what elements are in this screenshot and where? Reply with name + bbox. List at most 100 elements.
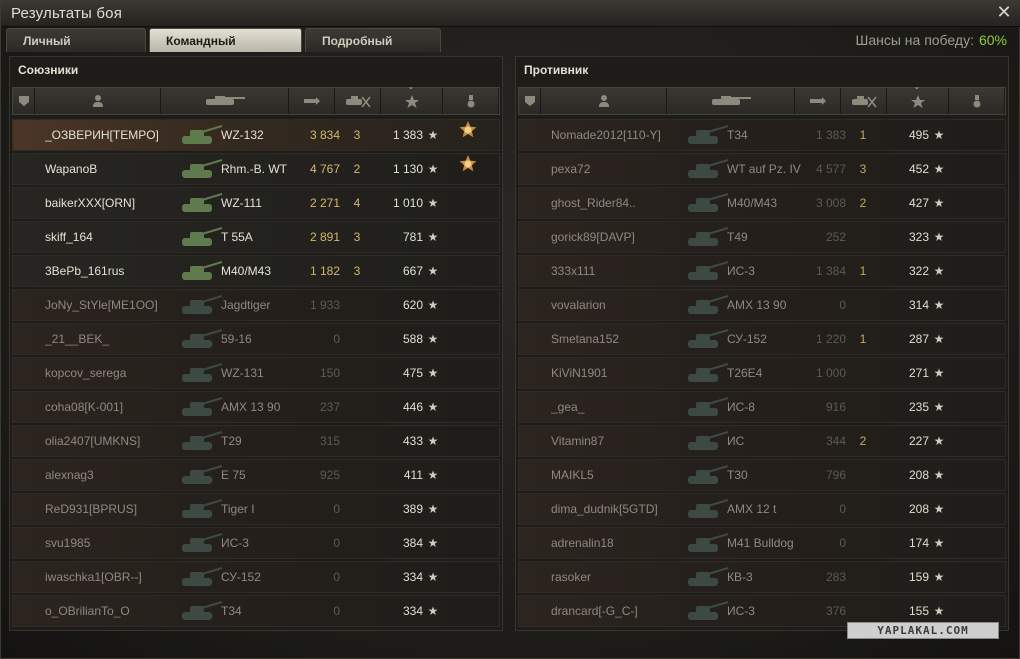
enemy-row[interactable]: 333x111 ИС-3 1 384 1 322 ★ xyxy=(518,255,1006,287)
ally-row[interactable]: olia2407[UMKNS] T29 315 433 ★ xyxy=(12,425,500,457)
medal-icon[interactable] xyxy=(457,120,479,142)
damage-column-header[interactable] xyxy=(795,88,841,114)
kills-value xyxy=(347,494,367,524)
ally-row[interactable]: alexnag3 E 75 925 411 ★ xyxy=(12,459,500,491)
enemy-row[interactable]: Vitamin87 ИС 344 2 227 ★ xyxy=(518,425,1006,457)
ally-row[interactable]: skiff_164 T 55A 2 891 3 781 ★ xyxy=(12,221,500,253)
player-name[interactable]: gorick89[DAVP] xyxy=(551,222,687,252)
player-name[interactable]: _ОЗВЕРИН[TEMPO] xyxy=(45,120,181,150)
enemy-row[interactable]: ghost_Rider84.. M40/M43 3 008 2 427 ★ xyxy=(518,187,1006,219)
enemy-row[interactable]: adrenalin18 M41 Bulldog 0 174 ★ xyxy=(518,527,1006,559)
vehicle-name: M41 Bulldog xyxy=(727,536,794,550)
enemy-row[interactable]: dima_dudnik[5GTD] AMX 12 t 0 208 ★ xyxy=(518,493,1006,525)
player-name[interactable]: skiff_164 xyxy=(45,222,181,252)
kills-column-header[interactable] xyxy=(335,88,381,114)
kills-column-header[interactable] xyxy=(841,88,887,114)
enemy-row[interactable]: Nomade2012[110-Y] T34 1 383 1 495 ★ xyxy=(518,119,1006,151)
ally-row[interactable]: coha08[K-001] AMX 13 90 237 446 ★ xyxy=(12,391,500,423)
kills-icon xyxy=(851,96,877,108)
vehicle-icon-cell xyxy=(178,224,224,252)
xp-column-header[interactable]: ⌄ xyxy=(381,83,443,114)
ally-row[interactable]: svu1985 ИС-3 0 384 ★ xyxy=(12,527,500,559)
xp-value: 174 xyxy=(908,536,929,550)
medal-cell xyxy=(963,426,987,456)
player-name[interactable]: KiViN1901 xyxy=(551,358,687,388)
medal-icon xyxy=(467,95,474,108)
tank-icon xyxy=(688,363,729,382)
enemy-row[interactable]: KiViN1901 T26E4 1 000 271 ★ xyxy=(518,357,1006,389)
ally-row[interactable]: _ОЗВЕРИН[TEMPO] WZ-132 3 834 3 1 383 ★ xyxy=(12,119,500,151)
player-name[interactable]: alexnag3 xyxy=(45,460,181,490)
tank-icon xyxy=(182,397,223,416)
enemy-row[interactable]: MAIKL5 T30 796 208 ★ xyxy=(518,459,1006,491)
player-name[interactable]: _gea_ xyxy=(551,392,687,422)
vehicle-name: WT auf Pz. IV xyxy=(727,162,801,176)
close-icon[interactable]: ✕ xyxy=(995,3,1013,21)
player-name[interactable]: drancard[-G_C-] xyxy=(551,596,687,626)
enemy-row[interactable]: rasoker КВ-3 283 159 ★ xyxy=(518,561,1006,593)
medal-cell xyxy=(457,426,481,456)
medal-icon[interactable] xyxy=(457,154,479,176)
player-name[interactable]: vovalarion xyxy=(551,290,687,320)
squad-column-header[interactable] xyxy=(13,88,35,114)
player-name[interactable]: pexa72 xyxy=(551,154,687,184)
ally-row[interactable]: ReD931[BPRUS] Tiger I 0 389 ★ xyxy=(12,493,500,525)
player-name[interactable]: dima_dudnik[5GTD] xyxy=(551,494,687,524)
player-name[interactable]: Smetana152 xyxy=(551,324,687,354)
tank-icon xyxy=(182,533,223,552)
medal-column-header[interactable] xyxy=(949,88,1005,114)
star-icon: ★ xyxy=(427,502,439,516)
vehicle-icon-cell xyxy=(178,598,224,626)
enemy-row[interactable]: pexa72 WT auf Pz. IV 4 577 3 452 ★ xyxy=(518,153,1006,185)
player-name[interactable]: adrenalin18 xyxy=(551,528,687,558)
ally-row[interactable]: _21__BEK_ 59-16 0 588 ★ xyxy=(12,323,500,355)
player-column-header[interactable] xyxy=(541,88,667,114)
player-name[interactable]: Nomade2012[110-Y] xyxy=(551,120,687,150)
damage-value: 1 384 xyxy=(815,264,846,278)
ally-row[interactable]: iwaschka1[OBR--] СУ-152 0 334 ★ xyxy=(12,561,500,593)
player-name[interactable]: o_OBrilianTo_O xyxy=(45,596,181,626)
player-name[interactable]: olia2407[UMKNS] xyxy=(45,426,181,456)
tank-icon xyxy=(182,125,223,144)
player-column-header[interactable] xyxy=(35,88,161,114)
ally-row[interactable]: kopcov_serega WZ-131 150 475 ★ xyxy=(12,357,500,389)
enemy-row[interactable]: vovalarion AMX 13 90 0 314 ★ xyxy=(518,289,1006,321)
player-name[interactable]: MAIKL5 xyxy=(551,460,687,490)
medal-icon xyxy=(973,95,980,108)
ally-row[interactable]: JoNy_StYle[ME1OO] Jagdtiger 1 933 620 ★ xyxy=(12,289,500,321)
player-name[interactable]: rasoker xyxy=(551,562,687,592)
vehicle-column-header[interactable] xyxy=(161,88,289,114)
player-name[interactable]: WapanoB xyxy=(45,154,181,184)
medal-column-header[interactable] xyxy=(443,88,499,114)
player-name[interactable]: Vitamin87 xyxy=(551,426,687,456)
player-name[interactable]: kopcov_serega xyxy=(45,358,181,388)
ally-row[interactable]: 3BePb_161rus M40/M43 1 182 3 667 ★ xyxy=(12,255,500,287)
player-name[interactable]: iwaschka1[OBR--] xyxy=(45,562,181,592)
player-name[interactable]: JoNy_StYle[ME1OO] xyxy=(45,290,181,320)
star-icon: ★ xyxy=(427,332,439,346)
medal-cell xyxy=(963,324,987,354)
medal-cell xyxy=(963,154,987,184)
ally-row[interactable]: baikerXXX[ORN] WZ-111 2 271 4 1 010 ★ xyxy=(12,187,500,219)
enemy-row[interactable]: Smetana152 СУ-152 1 220 1 287 ★ xyxy=(518,323,1006,355)
vehicle-name: AMX 13 90 xyxy=(727,298,787,312)
damage-column-header[interactable] xyxy=(289,88,335,114)
player-name[interactable]: 3BePb_161rus xyxy=(45,256,181,286)
player-name[interactable]: baikerXXX[ORN] xyxy=(45,188,181,218)
xp-column-header[interactable]: ⌄ xyxy=(887,83,949,114)
tab-detailed-report[interactable]: Подробный отчёт xyxy=(305,28,441,72)
player-name[interactable]: ReD931[BPRUS] xyxy=(45,494,181,524)
player-name[interactable]: svu1985 xyxy=(45,528,181,558)
vehicle-column-header[interactable] xyxy=(667,88,795,114)
player-name[interactable]: ghost_Rider84.. xyxy=(551,188,687,218)
player-name[interactable]: _21__BEK_ xyxy=(45,324,181,354)
ally-row[interactable]: o_OBrilianTo_O T34 0 334 ★ xyxy=(12,595,500,627)
ally-row[interactable]: WapanoB Rhm.-B. WT 4 767 2 1 130 ★ xyxy=(12,153,500,185)
enemy-row[interactable]: gorick89[DAVP] T49 252 323 ★ xyxy=(518,221,1006,253)
enemy-row[interactable]: _gea_ ИС-8 916 235 ★ xyxy=(518,391,1006,423)
player-name[interactable]: coha08[K-001] xyxy=(45,392,181,422)
player-name[interactable]: 333x111 xyxy=(551,256,687,286)
tab-personal-result[interactable]: Личный результат xyxy=(6,28,146,72)
tab-team-result[interactable]: Командный результат xyxy=(149,28,302,72)
squad-column-header[interactable] xyxy=(519,88,541,114)
